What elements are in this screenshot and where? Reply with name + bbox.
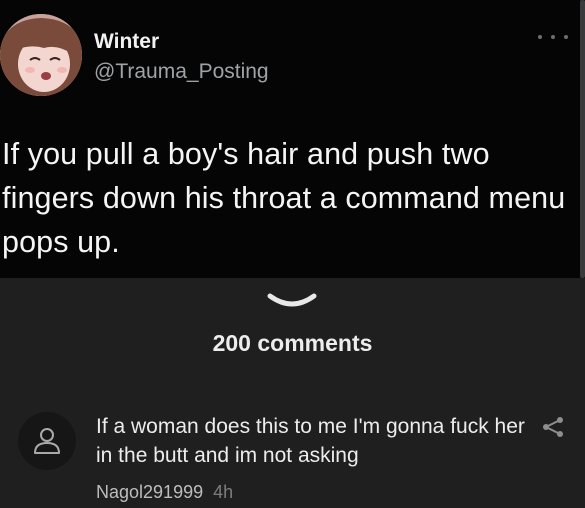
tweet-card: Winter @Trauma_Posting If you pull a boy… bbox=[0, 0, 585, 278]
scrollbar[interactable] bbox=[580, 0, 585, 278]
comment-text: If a woman does this to me I'm gonna fuc… bbox=[96, 415, 525, 467]
comment-time: 4h bbox=[213, 482, 234, 502]
tweet-text: If you pull a boy's hair and push two fi… bbox=[2, 137, 566, 259]
share-icon[interactable] bbox=[540, 416, 566, 438]
author-handle[interactable]: @Trauma_Posting bbox=[94, 60, 269, 84]
comment-meta: Nagol291999 4h bbox=[96, 482, 233, 503]
author-name[interactable]: Winter bbox=[94, 30, 159, 54]
comments-count[interactable]: 200 comments bbox=[0, 330, 585, 357]
more-dots-icon[interactable] bbox=[538, 30, 568, 44]
author-avatar[interactable] bbox=[0, 14, 82, 96]
chevron-down-icon[interactable] bbox=[262, 290, 322, 312]
user-icon[interactable] bbox=[18, 412, 76, 470]
comment-author[interactable]: Nagol291999 bbox=[96, 482, 203, 502]
